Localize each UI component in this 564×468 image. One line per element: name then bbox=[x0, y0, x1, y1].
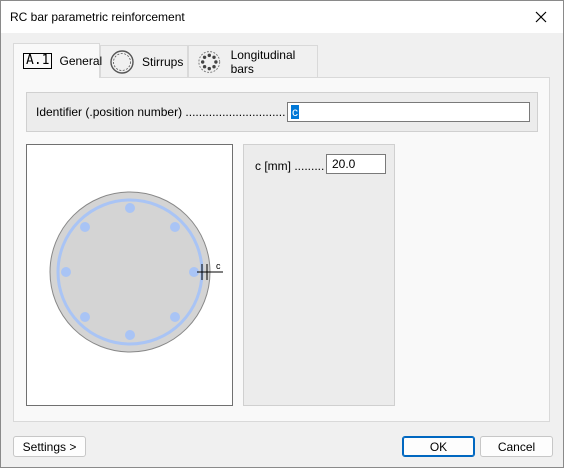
rebar bbox=[125, 330, 135, 340]
parameters-panel: c [mm] ......... 20.0 bbox=[243, 144, 395, 406]
identifier-row: Identifier (.position number) ..........… bbox=[26, 92, 538, 132]
cover-input[interactable]: 20.0 bbox=[326, 154, 386, 174]
tab-stirrups-label: Stirrups bbox=[142, 54, 184, 69]
cover-label: c [mm] ......... bbox=[255, 159, 325, 173]
rebar bbox=[170, 312, 180, 322]
settings-button[interactable]: Settings > bbox=[13, 436, 86, 457]
close-icon bbox=[535, 11, 547, 23]
cover-dimension-label: c bbox=[216, 261, 221, 271]
rebar bbox=[125, 203, 135, 213]
tab-general-label: General bbox=[59, 54, 103, 68]
rebar bbox=[80, 222, 90, 232]
stirrup-ring-icon bbox=[110, 49, 134, 74]
section-preview-drawing: c bbox=[49, 191, 223, 353]
identifier-value: c bbox=[291, 105, 299, 119]
tab-general[interactable]: A.1 General bbox=[13, 43, 103, 78]
rebar bbox=[80, 312, 90, 322]
ok-button[interactable]: OK bbox=[402, 436, 475, 457]
close-button[interactable] bbox=[519, 1, 563, 33]
concrete-section bbox=[49, 191, 211, 353]
rebar bbox=[170, 222, 180, 232]
tab-longitudinal-bars-label: Longitudinal bars bbox=[230, 47, 296, 76]
tab-stirrups[interactable]: Stirrups bbox=[100, 45, 188, 77]
identifier-label: Identifier (.position number) ..........… bbox=[36, 105, 286, 119]
general-tab-icon: A.1 bbox=[23, 53, 53, 69]
longitudinal-bars-icon bbox=[198, 50, 221, 73]
tab-longitudinal-bars[interactable]: Longitudinal bars bbox=[188, 45, 318, 77]
rebar bbox=[61, 267, 71, 277]
dialog-window: RC bar parametric reinforcement A.1 Gene… bbox=[0, 0, 564, 468]
title-bar: RC bar parametric reinforcement bbox=[1, 1, 563, 33]
section-preview: c bbox=[26, 144, 233, 406]
identifier-input[interactable]: c bbox=[287, 102, 530, 122]
cancel-button[interactable]: Cancel bbox=[480, 436, 553, 457]
window-title: RC bar parametric reinforcement bbox=[10, 10, 185, 24]
